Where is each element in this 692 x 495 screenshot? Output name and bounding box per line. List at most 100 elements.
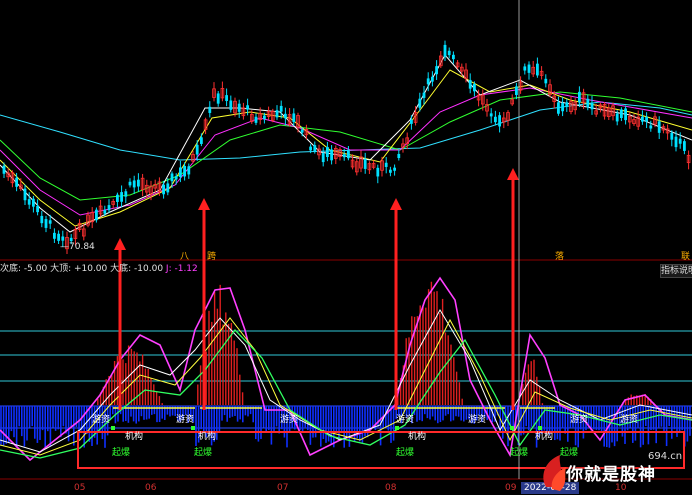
price-candle-down [523,66,527,71]
month-tick: 06 [145,483,157,493]
price-candle-down [263,115,266,120]
price-candle-down [279,105,283,112]
indicator-header-part: 次底: -5.00 [0,264,48,274]
indicator-header-part: 大顶: +10.00 [50,264,108,274]
price-candle-down [40,215,44,224]
price-candle-down [36,205,39,213]
signal-tag-youzi: 游资 [468,415,487,425]
month-tick: 09 [505,483,517,493]
price-candle-down [544,78,548,84]
price-candle-down [120,192,123,202]
signal-dot [111,426,115,430]
price-mark-4: 联 [681,252,691,262]
indicator-description-button[interactable]: 指标说明 [660,264,692,278]
price-candle-down [254,116,258,123]
watermark-site: 694.cn [648,451,683,462]
chart-stage[interactable]: —70.84 八 跨 落 联 次底: -5.00 大顶: +10.00 大底: … [0,0,692,495]
signal-arrow-head [198,198,210,210]
price-candle-down [321,153,325,163]
price-candle-down [95,209,98,221]
signal-dot [510,426,514,430]
price-candle-down [447,50,451,56]
price-candle-down [183,165,186,177]
price-candle-down [536,63,539,76]
signal-tag-youzi: 游资 [620,415,639,425]
price-candle-down [557,102,560,114]
price-candle-down [678,138,682,144]
price-candle-down [565,102,569,107]
price-candle-down [292,113,296,122]
signal-tag-youzi: 游资 [176,415,195,425]
price-candle-down [620,109,623,118]
price-candle-down [174,176,178,180]
price-candle-down [300,129,304,133]
price-candle-down [489,113,493,117]
signal-tag-qibao: 起爆 [194,448,213,458]
price-mark-2: 跨 [207,252,217,262]
price-candle-down [590,102,594,110]
price-candle-down [410,119,413,124]
price-candle-down [641,116,644,122]
price-candle-down [246,105,249,110]
price-candle-down [69,237,73,242]
price-candle-down [683,141,686,151]
signal-dot [191,426,195,430]
price-candle-down [422,92,426,98]
signal-tag-youzi: 游资 [92,415,111,425]
signal-dot [395,426,399,430]
price-candle-down [515,86,518,95]
price-candle-down [162,184,165,195]
price-candle-down [586,98,590,108]
signal-arrow-head [507,168,519,180]
price-candle-down [15,177,18,187]
signal-tag-qibao: 起爆 [396,448,415,458]
price-candle-down [195,144,199,155]
price-candle-down [309,146,312,151]
signal-tag-qibao: 起爆 [510,448,529,458]
price-candle-down [48,220,52,224]
price-candle-down [137,179,140,187]
price-candle-down [124,191,128,197]
month-tick: 07 [277,483,289,493]
price-candle-down [624,108,627,121]
price-candle-down [376,167,380,177]
signal-arrow-head [114,238,126,250]
price-candle-down [27,199,31,205]
price-candle-down [435,66,438,75]
indicator-j-value: J: -1.12 [165,264,198,274]
watermark-text: 你就是股神 [566,465,656,485]
price-candle-down [418,98,422,108]
price-candle-down [187,166,191,175]
signal-tag-youzi: 游资 [280,415,299,425]
moving-average-line [0,54,692,233]
signal-tag-jigou: 机构 [408,432,427,442]
price-candle-down [200,137,203,144]
price-candle-down [561,103,564,112]
price-candle-down [225,95,228,102]
price-candle-down [347,150,350,159]
price-candle-down [44,219,48,228]
price-candle-down [116,194,119,202]
price-candle-down [128,181,132,186]
signal-tag-youzi: 游资 [570,415,589,425]
price-candle-down [426,78,430,85]
price-candle-down [326,146,329,158]
price-candle-down [468,79,472,89]
price-candle-down [615,113,619,122]
month-tick: 08 [385,483,397,493]
price-candle-down [216,93,220,104]
price-candle-down [670,132,674,140]
price-candle-down [103,210,107,214]
price-candle-down [657,121,661,133]
indicator-header-part: 大底: -10.00 [110,264,164,274]
price-candle-down [645,116,648,122]
price-candle-down [498,115,501,127]
price-candle-down [389,169,392,173]
price-candle-down [393,167,396,171]
signal-tag-jigou: 机构 [198,432,217,442]
price-candle-down [452,54,455,60]
indicator-header: 次底: -5.00 大顶: +10.00 大底: -10.00 J: -1.12 [0,264,198,275]
month-tick: 05 [74,483,86,493]
price-candle-down [107,205,111,211]
signal-tag-youzi: 游资 [396,415,415,425]
